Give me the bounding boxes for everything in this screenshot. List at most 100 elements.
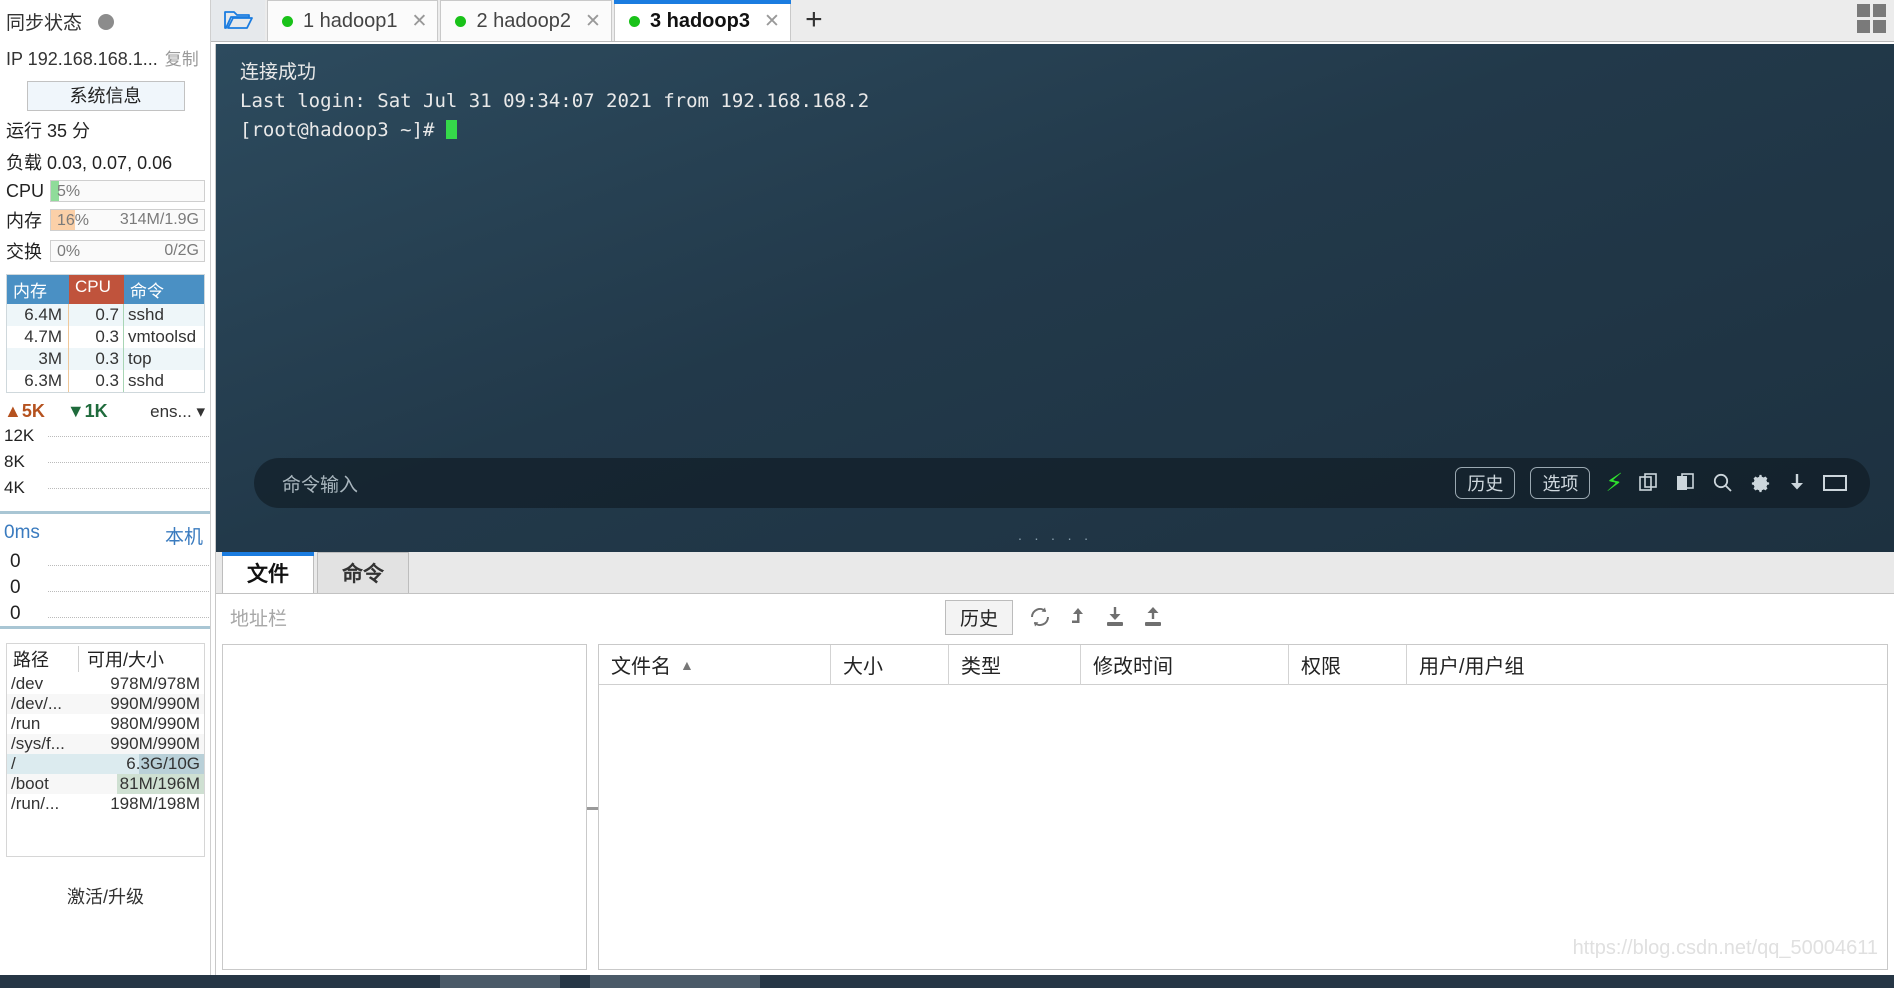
disk-table-header: 路径 可用/大小 [7, 644, 204, 674]
tab-close-icon[interactable]: ✕ [412, 10, 428, 33]
disk-path: /run/... [11, 794, 60, 813]
ping-latency-chart: 0 0 0 [0, 551, 211, 629]
tab-close-icon[interactable]: ✕ [764, 10, 780, 33]
disk-col-path[interactable]: 路径 [7, 646, 79, 672]
file-column-header[interactable]: 类型 [949, 644, 1081, 685]
network-interface-select[interactable]: ens... ▾ [150, 402, 205, 422]
process-mem: 6.3M [7, 370, 69, 392]
file-column-header[interactable]: 大小 [831, 644, 949, 685]
file-column-header[interactable]: 文件名 ▲ [599, 644, 831, 685]
process-mem: 4.7M [7, 326, 69, 348]
sync-status-row: 同步状态 [0, 0, 211, 39]
disk-size: 980M/990M [110, 714, 200, 733]
process-col-cpu[interactable]: CPU [69, 275, 124, 304]
activate-upgrade-link[interactable]: 激活/升级 [0, 857, 211, 909]
sort-ascending-icon: ▲ [680, 656, 694, 673]
sidebar-divider [210, 0, 211, 988]
column-label: 用户/用户组 [1419, 656, 1525, 678]
meter-bar: 16% 314M/1.9G [50, 209, 205, 231]
disk-row[interactable]: / 6.3G/10G [7, 754, 204, 774]
process-cmd: vmtoolsd [128, 327, 197, 346]
disk-path: /dev/... [11, 694, 63, 713]
new-tab-button[interactable]: + [791, 0, 837, 41]
disk-size: 978M/978M [110, 674, 200, 693]
disk-row[interactable]: /dev 978M/978M [7, 674, 204, 694]
ping-y-0c: 0 [10, 603, 21, 624]
gear-icon[interactable] [1749, 472, 1772, 495]
meter-percent: 0% [57, 243, 81, 260]
tab-status-dot-icon [628, 15, 640, 27]
command-input-bar[interactable]: 命令输入 历史 选项 ⚡ [254, 458, 1870, 508]
process-row[interactable]: 6.3M 0.3 sshd [7, 370, 204, 392]
disk-row[interactable]: /sys/f... 990M/990M [7, 734, 204, 754]
download-icon[interactable] [1787, 472, 1807, 494]
file-history-button[interactable]: 历史 [944, 599, 1013, 635]
file-column-header[interactable]: 用户/用户组 [1407, 645, 1887, 685]
bolt-icon[interactable]: ⚡ [1605, 468, 1623, 498]
meter-percent: 16% [57, 212, 90, 229]
copy-ip-button[interactable]: 复制 [165, 45, 199, 70]
refresh-icon[interactable] [1027, 605, 1053, 629]
meter-detail: 0/2G [164, 242, 199, 259]
ping-host: 本机 [164, 527, 203, 548]
terminal-toolbar: 历史 选项 ⚡ [1455, 467, 1870, 499]
process-cmd: sshd [128, 305, 164, 324]
meter-label: CPU [6, 180, 45, 201]
file-toolbar: 历史 [216, 599, 1894, 635]
open-folder-icon[interactable] [211, 0, 265, 41]
disk-col-size[interactable]: 可用/大小 [79, 646, 204, 672]
session-tab-1[interactable]: 1 hadoop1 ✕ [267, 0, 439, 41]
disk-row[interactable]: /run 980M/990M [7, 714, 204, 734]
pane-splitter[interactable] [587, 640, 599, 976]
terminal-output: 连接成功 Last login: Sat Jul 31 09:34:07 202… [216, 44, 1894, 145]
command-input-placeholder[interactable]: 命令输入 [254, 470, 358, 497]
process-cmd: top [128, 349, 152, 368]
ip-row: IP 192.168.168.1... 复制 [0, 39, 211, 74]
process-cpu: 0.7 [69, 304, 124, 326]
disk-row[interactable]: /dev/... 990M/990M [7, 694, 204, 714]
process-row[interactable]: 3M 0.3 top [7, 348, 204, 370]
process-cpu: 0.3 [69, 348, 124, 370]
process-col-cmd[interactable]: 命令 [124, 275, 204, 304]
session-tab-3[interactable]: 3 hadoop3 ✕ [613, 0, 791, 41]
search-icon[interactable] [1712, 472, 1734, 494]
disk-row[interactable]: /boot 81M/196M [7, 774, 204, 794]
ping-y-0b: 0 [10, 577, 21, 598]
file-column-header[interactable]: 权限 [1289, 644, 1407, 685]
copy-icon[interactable] [1638, 472, 1660, 494]
file-column-header[interactable]: 修改时间 [1081, 644, 1289, 685]
network-traffic-chart: 12K 8K 4K [0, 424, 211, 514]
terminal-prompt: [root@hadoop3 ~]# [240, 119, 446, 141]
column-label: 类型 [961, 656, 1001, 678]
grid-layout-icon[interactable] [1857, 4, 1886, 33]
directory-tree-pane[interactable] [222, 644, 587, 970]
ip-address-text: IP 192.168.168.1... [6, 49, 158, 69]
file-panel-tab-1[interactable]: 文件 [222, 552, 314, 593]
terminal-options-button[interactable]: 选项 [1530, 467, 1591, 499]
tab-label: 1 hadoop1 [303, 9, 398, 32]
tab-close-icon[interactable]: ✕ [585, 10, 601, 33]
network-bars [150, 424, 211, 511]
disk-size: 990M/990M [110, 734, 200, 753]
disk-row[interactable]: /run/... 198M/198M [7, 794, 204, 814]
file-list-pane[interactable]: 文件名 ▲ 大小 类型 修改时间 权限 用户/用户组 [598, 644, 1888, 970]
process-row[interactable]: 6.4M 0.7 sshd [7, 304, 204, 326]
upload-icon[interactable] [1141, 605, 1165, 629]
download-icon[interactable] [1103, 605, 1127, 629]
disk-path: /sys/f... [11, 734, 65, 753]
column-label: 大小 [843, 656, 883, 678]
up-level-icon[interactable] [1067, 605, 1089, 629]
paste-icon[interactable] [1675, 472, 1697, 494]
process-row[interactable]: 4.7M 0.3 vmtoolsd [7, 326, 204, 348]
process-table-body: 6.4M 0.7 sshd 4.7M 0.3 vmtoolsd 3M 0.3 top 6.3M 0.… [7, 304, 204, 392]
process-col-mem[interactable]: 内存 [7, 275, 69, 304]
pane-resize-handle[interactable]: · · · · · [216, 530, 1894, 546]
terminal-history-button[interactable]: 历史 [1455, 467, 1516, 499]
file-panel-tab-2[interactable]: 命令 [317, 552, 409, 593]
system-info-button[interactable]: 系统信息 [26, 81, 185, 111]
session-tab-2[interactable]: 2 hadoop2 ✕ [440, 0, 612, 41]
terminal-pane[interactable]: 连接成功 Last login: Sat Jul 31 09:34:07 202… [215, 44, 1894, 552]
window-icon[interactable] [1822, 473, 1848, 493]
meter-label: 交换 [6, 242, 42, 262]
disk-path: / [11, 754, 16, 773]
